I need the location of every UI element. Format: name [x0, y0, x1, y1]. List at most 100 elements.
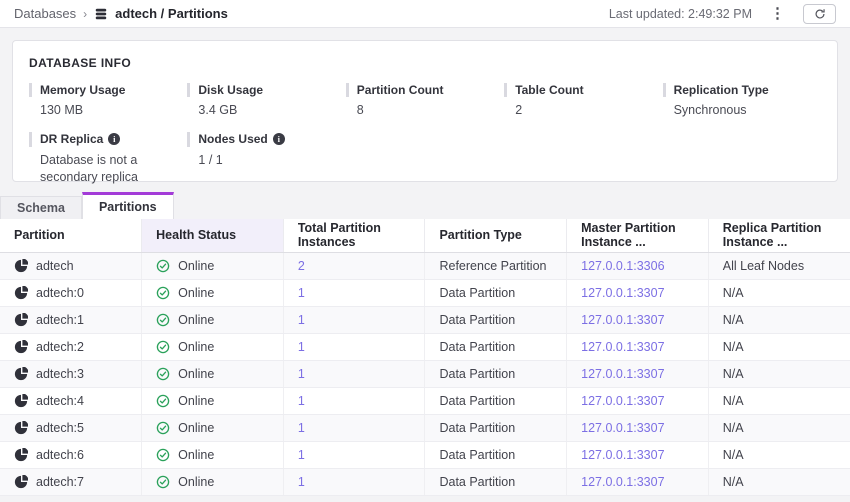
stat-value: Database is not a secondary replica: [29, 152, 174, 186]
partition-name: adtech:0: [36, 286, 84, 300]
partition-name: adtech:1: [36, 313, 84, 327]
health-status-text: Online: [178, 286, 214, 300]
stat-value: 2: [504, 102, 649, 119]
partition-pie-icon: [14, 394, 28, 408]
stat-value: 3.4 GB: [187, 102, 332, 119]
tab-partitions[interactable]: Partitions: [82, 192, 174, 219]
table-header-row: Partition Health Status Total Partition …: [0, 219, 850, 252]
top-bar-actions: Last updated: 2:49:32 PM ⋮: [609, 4, 836, 24]
master-instance-link[interactable]: 127.0.0.1:3307: [581, 286, 664, 300]
total-instances-link[interactable]: 1: [298, 313, 305, 327]
partitions-table: Partition Health Status Total Partition …: [0, 219, 850, 496]
health-status-text: Online: [178, 448, 214, 462]
online-check-icon: [156, 313, 170, 327]
stat-value: 1 / 1: [187, 152, 332, 169]
partition-name: adtech:5: [36, 421, 84, 435]
refresh-icon: [814, 8, 826, 20]
info-icon[interactable]: i: [273, 133, 285, 145]
card-title: DATABASE INFO: [29, 56, 821, 70]
last-updated-text: Last updated: 2:49:32 PM: [609, 7, 752, 21]
online-check-icon: [156, 367, 170, 381]
master-instance-link[interactable]: 127.0.0.1:3307: [581, 475, 664, 489]
total-instances-link[interactable]: 1: [298, 367, 305, 381]
health-status-text: Online: [178, 340, 214, 354]
stat-value: 8: [346, 102, 491, 119]
health-status-text: Online: [178, 475, 214, 489]
replica-instance-text: N/A: [708, 333, 850, 360]
master-instance-link[interactable]: 127.0.0.1:3307: [581, 394, 664, 408]
partition-name: adtech:4: [36, 394, 84, 408]
stat-label: Nodes Used: [198, 132, 267, 146]
stats-grid: Memory Usage 130 MB Disk Usage 3.4 GB Pa…: [29, 83, 821, 185]
column-header-master-instance[interactable]: Master Partition Instance ...: [567, 219, 709, 252]
health-status-text: Online: [178, 259, 214, 273]
table-row: adtech:2 Online 1 Data Partition 127.0.0…: [0, 333, 850, 360]
breadcrumb-separator-icon: ›: [83, 7, 87, 21]
column-header-replica-instance[interactable]: Replica Partition Instance ...: [708, 219, 850, 252]
partition-type-text: Data Partition: [425, 441, 567, 468]
total-instances-link[interactable]: 1: [298, 286, 305, 300]
stat-value: 130 MB: [29, 102, 174, 119]
partition-type-text: Data Partition: [425, 468, 567, 495]
online-check-icon: [156, 421, 170, 435]
partition-pie-icon: [14, 340, 28, 354]
stat-label: DR Replica: [40, 132, 103, 146]
health-status-text: Online: [178, 367, 214, 381]
stat-label: Disk Usage: [198, 83, 263, 97]
table-row: adtech:3 Online 1 Data Partition 127.0.0…: [0, 360, 850, 387]
replica-instance-text: N/A: [708, 360, 850, 387]
replica-instance-text: N/A: [708, 468, 850, 495]
info-icon[interactable]: i: [108, 133, 120, 145]
tab-bar: Schema Partitions: [0, 192, 850, 219]
replica-instance-text: N/A: [708, 387, 850, 414]
stat-memory-usage: Memory Usage 130 MB: [29, 83, 187, 119]
health-status-text: Online: [178, 421, 214, 435]
column-header-partition[interactable]: Partition: [0, 219, 142, 252]
online-check-icon: [156, 286, 170, 300]
kebab-menu-icon[interactable]: ⋮: [768, 6, 787, 21]
page-title: adtech / Partitions: [115, 6, 228, 21]
partition-pie-icon: [14, 448, 28, 462]
replica-instance-text: N/A: [708, 441, 850, 468]
online-check-icon: [156, 394, 170, 408]
master-instance-link[interactable]: 127.0.0.1:3307: [581, 340, 664, 354]
partition-type-text: Data Partition: [425, 414, 567, 441]
partition-name: adtech:2: [36, 340, 84, 354]
partition-type-text: Data Partition: [425, 279, 567, 306]
stat-nodes-used: Nodes Used i 1 / 1: [187, 132, 345, 185]
column-header-health-status[interactable]: Health Status: [142, 219, 284, 252]
replica-instance-text: N/A: [708, 306, 850, 333]
total-instances-link[interactable]: 1: [298, 448, 305, 462]
total-instances-link[interactable]: 2: [298, 259, 305, 273]
total-instances-link[interactable]: 1: [298, 394, 305, 408]
master-instance-link[interactable]: 127.0.0.1:3307: [581, 313, 664, 327]
total-instances-link[interactable]: 1: [298, 421, 305, 435]
partition-type-text: Data Partition: [425, 360, 567, 387]
stat-label: Replication Type: [674, 83, 769, 97]
top-bar: Databases › adtech / Partitions Last upd…: [0, 0, 850, 28]
master-instance-link[interactable]: 127.0.0.1:3307: [581, 448, 664, 462]
health-status-text: Online: [178, 313, 214, 327]
column-header-partition-type[interactable]: Partition Type: [425, 219, 567, 252]
total-instances-link[interactable]: 1: [298, 475, 305, 489]
partition-type-text: Data Partition: [425, 333, 567, 360]
table-row: adtech:6 Online 1 Data Partition 127.0.0…: [0, 441, 850, 468]
database-icon: [94, 7, 108, 21]
master-instance-link[interactable]: 127.0.0.1:3306: [581, 259, 664, 273]
table-row: adtech:7 Online 1 Data Partition 127.0.0…: [0, 468, 850, 495]
partition-name: adtech:3: [36, 367, 84, 381]
partition-pie-icon: [14, 475, 28, 489]
total-instances-link[interactable]: 1: [298, 340, 305, 354]
partition-name: adtech:6: [36, 448, 84, 462]
stat-label: Partition Count: [357, 83, 444, 97]
online-check-icon: [156, 448, 170, 462]
master-instance-link[interactable]: 127.0.0.1:3307: [581, 367, 664, 381]
partition-pie-icon: [14, 259, 28, 273]
column-header-total-instances[interactable]: Total Partition Instances: [283, 219, 425, 252]
partition-type-text: Reference Partition: [425, 252, 567, 279]
breadcrumb-databases-link[interactable]: Databases: [14, 6, 76, 21]
tab-schema[interactable]: Schema: [0, 196, 82, 219]
master-instance-link[interactable]: 127.0.0.1:3307: [581, 421, 664, 435]
partition-name: adtech: [36, 259, 74, 273]
refresh-button[interactable]: [803, 4, 836, 24]
